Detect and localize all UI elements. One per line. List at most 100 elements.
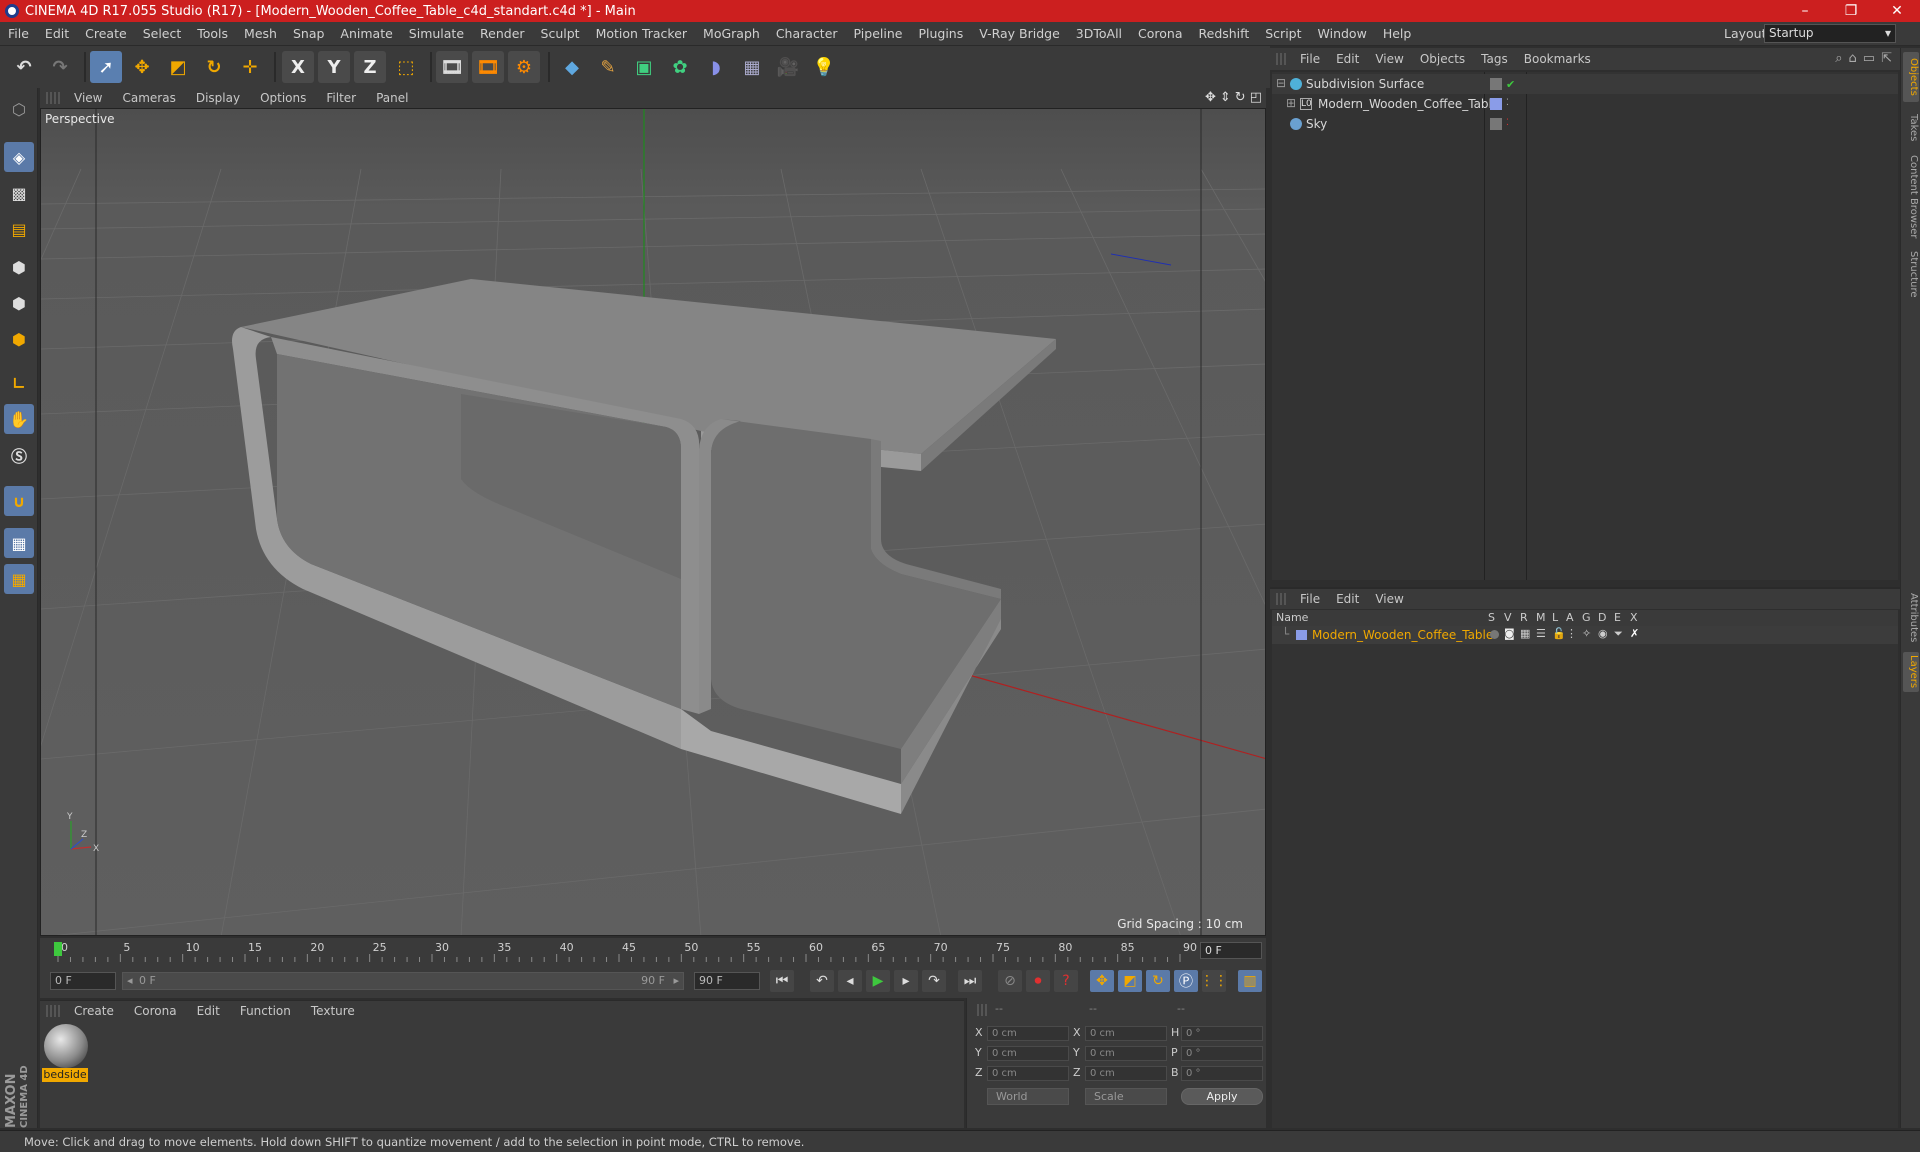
- range-right-arrow[interactable]: ▸: [673, 974, 679, 987]
- column-locked[interactable]: L: [1552, 611, 1558, 624]
- record-points-icon[interactable]: ⋮⋮: [1200, 970, 1228, 992]
- axis-mode-icon[interactable]: ∟: [4, 368, 34, 398]
- material-menu-function[interactable]: Function: [230, 1004, 301, 1018]
- tab-layers[interactable]: Layers: [1903, 652, 1919, 692]
- current-frame-field[interactable]: 0 F: [1200, 942, 1262, 959]
- menu-3dtoall[interactable]: 3DToAll: [1068, 26, 1130, 41]
- animation-toggle-icon[interactable]: ⋮: [1566, 627, 1577, 640]
- layer-name[interactable]: Modern_Wooden_Coffee_Table: [1312, 628, 1493, 642]
- column-expressions[interactable]: E: [1614, 611, 1621, 624]
- column-generators[interactable]: G: [1582, 611, 1591, 624]
- menu-character[interactable]: Character: [768, 26, 846, 41]
- menu-file[interactable]: File: [0, 26, 37, 41]
- previous-key-icon[interactable]: ↶: [810, 970, 834, 992]
- search-icon[interactable]: ⌕: [1835, 51, 1842, 66]
- viewport-menu-filter[interactable]: Filter: [316, 91, 366, 105]
- size-x-field[interactable]: 0 cm: [1085, 1026, 1167, 1041]
- polygons-mode-icon[interactable]: ⬢: [4, 324, 34, 354]
- viewport-menu-view[interactable]: View: [64, 91, 112, 105]
- workplane-lock-icon[interactable]: ▦: [4, 528, 34, 558]
- object-row-coffee-table[interactable]: ⊞ L0 Modern_Wooden_Coffee_Table ⁚: [1272, 94, 1898, 114]
- undo-icon[interactable]: ↶: [8, 51, 40, 83]
- tweak-mode-icon[interactable]: ✋: [4, 404, 34, 434]
- minimize-button[interactable]: –: [1782, 0, 1828, 22]
- menu-mesh[interactable]: Mesh: [236, 26, 285, 41]
- z-axis-lock-button[interactable]: Z: [354, 51, 386, 83]
- transform-tool-icon[interactable]: ✛: [234, 51, 266, 83]
- object-name[interactable]: Sky: [1306, 117, 1327, 131]
- generators-toggle-icon[interactable]: ✧: [1582, 627, 1591, 640]
- tab-objects[interactable]: Objects: [1903, 52, 1919, 102]
- layout-dropdown[interactable]: Startup: [1764, 24, 1896, 43]
- column-solo[interactable]: S: [1488, 611, 1495, 624]
- close-button[interactable]: ✕: [1874, 0, 1920, 22]
- panel-grip-icon[interactable]: [1276, 53, 1288, 65]
- deformers-toggle-icon[interactable]: ◉: [1598, 627, 1608, 640]
- camera-icon[interactable]: 🎥: [772, 51, 804, 83]
- autokey-icon[interactable]: ?: [1054, 970, 1078, 992]
- render-dots-icon[interactable]: ⁚: [1506, 118, 1518, 130]
- y-axis-lock-button[interactable]: Y: [318, 51, 350, 83]
- pos-y-field[interactable]: 0 cm: [987, 1046, 1069, 1061]
- home-icon[interactable]: ⌂: [1849, 51, 1857, 66]
- live-selection-icon[interactable]: ➚: [90, 51, 122, 83]
- deformer-icon[interactable]: ◗: [700, 51, 732, 83]
- lock-toggle-icon[interactable]: 🔓: [1552, 627, 1566, 640]
- rot-h-field[interactable]: 0 °: [1181, 1026, 1263, 1041]
- menu-plugins[interactable]: Plugins: [910, 26, 971, 41]
- model-mode-icon[interactable]: ◈: [4, 142, 34, 172]
- render-toggle-icon[interactable]: ▦: [1520, 627, 1530, 640]
- om-menu-view[interactable]: View: [1367, 52, 1411, 66]
- view-toggle-icon[interactable]: ◙: [1504, 627, 1515, 640]
- points-mode-icon[interactable]: ⬢: [4, 252, 34, 282]
- go-to-end-icon[interactable]: ⏭: [958, 970, 982, 992]
- viewport-menu-cameras[interactable]: Cameras: [112, 91, 185, 105]
- scale-tool-icon[interactable]: ◩: [162, 51, 194, 83]
- column-animation[interactable]: A: [1566, 611, 1574, 624]
- layer-color-icon[interactable]: [1490, 98, 1502, 110]
- panel-grip-icon[interactable]: [46, 92, 60, 104]
- subdivision-surface-icon[interactable]: ▣: [628, 51, 660, 83]
- pos-x-field[interactable]: 0 cm: [987, 1026, 1069, 1041]
- material-menu-texture[interactable]: Texture: [301, 1004, 365, 1018]
- solo-toggle-icon[interactable]: [1490, 630, 1499, 639]
- record-icon[interactable]: ⏺: [1026, 970, 1050, 992]
- light-icon[interactable]: 💡: [808, 51, 840, 83]
- menu-simulate[interactable]: Simulate: [401, 26, 472, 41]
- playhead[interactable]: [54, 942, 62, 956]
- om-menu-bookmarks[interactable]: Bookmarks: [1516, 52, 1599, 66]
- scale-mode-dropdown[interactable]: Scale: [1085, 1088, 1167, 1105]
- panel-grip-icon[interactable]: [1276, 593, 1288, 605]
- menu-corona[interactable]: Corona: [1130, 26, 1190, 41]
- viewport-rotate-icon[interactable]: ↻: [1235, 90, 1246, 105]
- size-z-field[interactable]: 0 cm: [1085, 1066, 1167, 1081]
- column-manager[interactable]: M: [1536, 611, 1546, 624]
- locked-workplane-icon[interactable]: ▦: [4, 564, 34, 594]
- object-name[interactable]: Subdivision Surface: [1306, 77, 1424, 91]
- timeline-ruler[interactable]: 0 5 10 15 20 25 30 35 40 45 50 55 60 65 70 75 80 85 90: [50, 940, 1202, 962]
- make-editable-icon[interactable]: ⬡: [4, 94, 34, 124]
- om-menu-tags[interactable]: Tags: [1473, 52, 1516, 66]
- visibility-dots-icon[interactable]: ⁚: [1506, 98, 1518, 110]
- name-column-header[interactable]: Name: [1276, 611, 1308, 624]
- tab-takes[interactable]: Takes: [1903, 108, 1919, 148]
- timeline-window-icon[interactable]: ▥: [1238, 970, 1262, 992]
- pen-spline-icon[interactable]: ✎: [592, 51, 624, 83]
- menu-create[interactable]: Create: [77, 26, 135, 41]
- menu-select[interactable]: Select: [135, 26, 190, 41]
- texture-mode-icon[interactable]: ▩: [4, 178, 34, 208]
- cube-object-icon[interactable]: ◆: [556, 51, 588, 83]
- material-name-label[interactable]: bedside: [42, 1068, 88, 1082]
- om-menu-file[interactable]: File: [1292, 52, 1328, 66]
- viewport-zoom-icon[interactable]: ⇕: [1220, 90, 1231, 105]
- material-menu-edit[interactable]: Edit: [187, 1004, 230, 1018]
- menu-animate[interactable]: Animate: [332, 26, 400, 41]
- x-axis-lock-button[interactable]: X: [282, 51, 314, 83]
- workplane-mode-icon[interactable]: ▤: [4, 214, 34, 244]
- viewport-menu-panel[interactable]: Panel: [366, 91, 418, 105]
- menu-script[interactable]: Script: [1257, 26, 1309, 41]
- menu-edit[interactable]: Edit: [37, 26, 77, 41]
- frame-range-slider[interactable]: ◂ 0 F 90 F ▸: [122, 972, 684, 990]
- om-menu-edit[interactable]: Edit: [1328, 52, 1367, 66]
- om-menu-objects[interactable]: Objects: [1412, 52, 1473, 66]
